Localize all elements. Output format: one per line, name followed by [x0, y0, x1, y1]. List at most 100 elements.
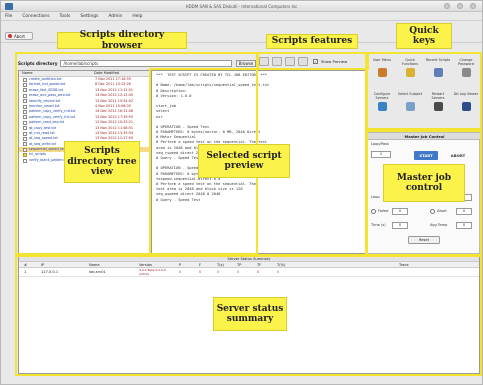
failed-radio[interactable] [371, 209, 376, 214]
field-label-avg-temp: Avg Temp [430, 223, 448, 227]
window-controls [444, 3, 476, 9]
restart-icon [433, 102, 443, 111]
file-icon [23, 142, 27, 147]
quick-key-script[interactable]: Recent Scripts [425, 58, 451, 77]
server-cell-tp: 0 [237, 270, 240, 274]
field-label-loop: Loop [371, 195, 380, 199]
file-icon [23, 104, 27, 109]
abort-toolbar-button[interactable]: Abort [5, 32, 33, 40]
quick-keys-panel: User Menu Quick Functions Recent Scripts Ch… [367, 54, 480, 128]
file-icon [23, 93, 27, 98]
scripts-browser-callout: Scripts directory browser [57, 30, 187, 51]
menu-help[interactable]: Help [132, 14, 142, 19]
loop-pass-spinner[interactable]: 1 [371, 151, 391, 158]
folder-icon [23, 153, 27, 158]
quick-key-gear[interactable]: Configure Servers [369, 92, 395, 111]
menu-file[interactable]: File [5, 14, 12, 19]
server-cell-p: 0 [179, 270, 182, 274]
file-icon [23, 88, 27, 93]
field-label-failed: Failed [378, 209, 389, 213]
abort-toolbar-label: Abort [14, 33, 25, 39]
field-value-failed: 0 [392, 208, 408, 215]
field-label-abort: Abort [437, 209, 447, 213]
file-icon [23, 147, 27, 152]
server-cell-version: 4.0.2 Beta 5.0.0.0 (2012) [139, 268, 166, 276]
job-control-callout: Master job control [383, 164, 465, 202]
quick-key-target[interactable]: Select Subject [397, 92, 423, 111]
file-icon [23, 131, 27, 136]
field-value-abort: 0 [456, 208, 472, 215]
quick-key-bolt[interactable]: Quick Functions [397, 58, 423, 77]
close-icon[interactable] [470, 3, 476, 9]
scripts-directory-label: Scripts directory [18, 60, 58, 66]
app-window: HDDM SAN & SAS Diskutil - International … [0, 0, 483, 385]
quick-key-label: Quick Functions [401, 58, 419, 66]
quick-key-label: Change Password [458, 58, 474, 66]
scripts-features-callout: Scripts features [266, 34, 358, 49]
tree-header-name[interactable]: Name [19, 71, 91, 76]
show-preview-label: Show Preview [321, 58, 348, 64]
file-icon [23, 77, 27, 82]
target-icon [405, 102, 415, 111]
title-bar: HDDM SAN & SAS Diskutil - International … [1, 1, 482, 12]
quick-key-database[interactable]: Db Log Viewer [453, 92, 479, 111]
loop-pass-label: Loop/Pass [371, 142, 389, 146]
start-button[interactable]: START [414, 151, 438, 160]
delete-script-icon[interactable] [298, 56, 308, 66]
file-icon [23, 136, 27, 141]
quick-key-label: User Menu [372, 58, 392, 62]
file-icon [23, 158, 27, 163]
server-table-body: 1 127.0.0.1 lab-srv01 4.0.2 Beta 5.0.0.0 (2… [19, 268, 479, 277]
field-value-avg-temp: 0 [456, 222, 472, 229]
server-cell-tf: 0 [257, 270, 260, 274]
key-icon [461, 68, 471, 77]
window-title: HDDM SAN & SAS Diskutil - International … [185, 4, 298, 9]
edit-script-icon[interactable] [272, 56, 282, 66]
quick-key-label: Configure Servers [373, 92, 391, 100]
file-icon [23, 120, 27, 125]
menu-connections[interactable]: Connections [22, 14, 49, 19]
script-features-toolbar: ✓ Show Preview [259, 54, 367, 68]
quick-key-label: Restart Servers [431, 92, 445, 100]
file-icon [23, 99, 27, 104]
field-label-time: Time (s) [371, 223, 386, 227]
maximize-icon[interactable] [457, 3, 463, 9]
browse-button[interactable]: Browse [236, 59, 256, 67]
scripts-directory-row: Scripts directory /home/lab/scripts Brow… [18, 58, 256, 68]
preview-callout: Selected script preview [198, 144, 290, 178]
new-script-icon[interactable] [259, 56, 269, 66]
gear-icon [377, 102, 387, 111]
menu-tools[interactable]: Tools [60, 14, 71, 19]
script-icon [433, 68, 443, 77]
file-icon [23, 126, 27, 131]
reset-button[interactable]: Reset [408, 236, 440, 244]
quick-key-user[interactable]: User Menu [369, 58, 395, 77]
server-status-callout: Server status summary [213, 297, 287, 331]
quick-keys-callout: Quick keys [396, 23, 452, 49]
stop-icon [8, 34, 12, 38]
user-icon [377, 68, 387, 77]
quick-key-label: Db Log Viewer [453, 92, 479, 96]
server-cell-ts: 0 [217, 270, 220, 274]
minimize-icon[interactable] [444, 3, 450, 9]
file-icon [23, 115, 27, 120]
server-cell-f: 0 [199, 270, 202, 274]
abort-button[interactable]: ABORT [446, 151, 470, 160]
server-cell-name: lab-srv01 [89, 270, 106, 274]
quick-key-label: Select Subject [397, 92, 423, 96]
tree-header-date[interactable]: Date Modified [91, 71, 119, 76]
save-script-icon[interactable] [285, 56, 295, 66]
menu-admin[interactable]: Admin [108, 14, 122, 19]
file-icon [23, 83, 27, 88]
server-row[interactable]: 1 127.0.0.1 lab-srv01 4.0.2 Beta 5.0.0.0 (2… [19, 268, 479, 277]
abort-radio[interactable] [430, 209, 435, 214]
server-cell-tpct: 0 [277, 270, 280, 274]
quick-key-restart[interactable]: Restart Servers [425, 92, 451, 111]
bolt-icon [405, 68, 415, 77]
show-preview-checkbox[interactable]: ✓ [313, 58, 318, 64]
menu-bar: File Connections Tools Settings Admin He… [1, 12, 482, 21]
tree-view-callout: Scripts directory tree view [64, 141, 140, 183]
scripts-directory-input[interactable]: /home/lab/scripts [60, 59, 232, 67]
menu-settings[interactable]: Settings [80, 14, 98, 19]
quick-key-key[interactable]: Change Password [453, 58, 479, 77]
